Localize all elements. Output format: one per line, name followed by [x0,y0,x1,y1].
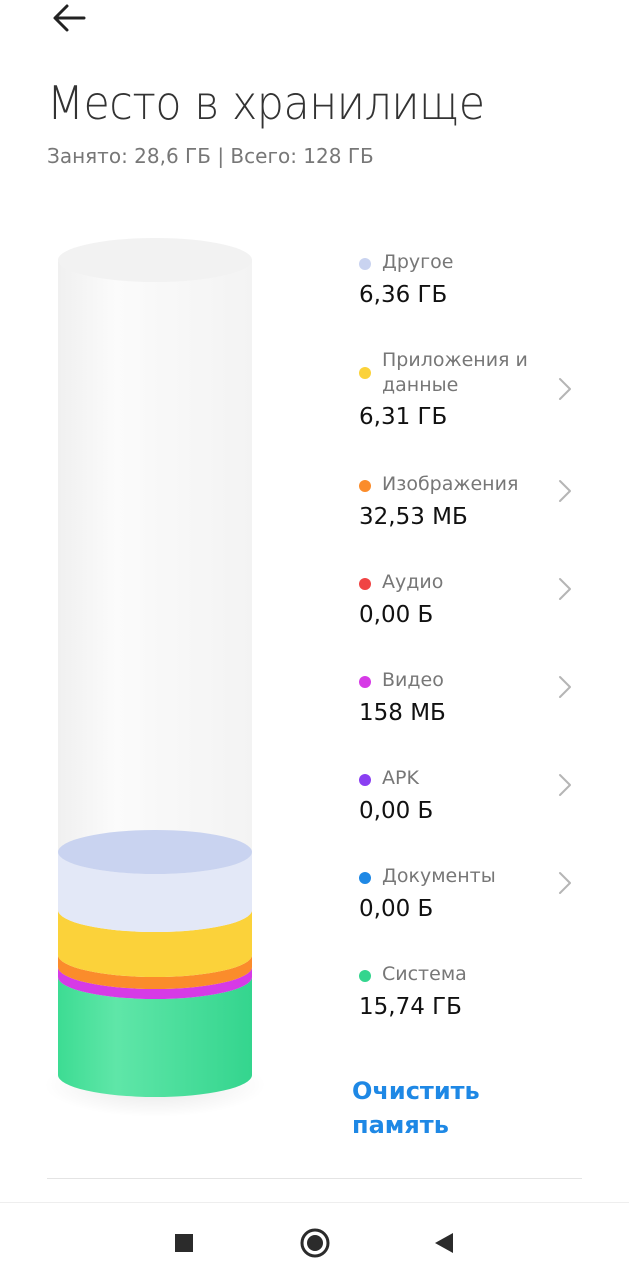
category-size-value: 6,36 ГБ [359,282,448,308]
fill-level-top [58,830,252,874]
triangle-back-icon [435,1233,453,1253]
category-color-dot [359,774,371,786]
category-label: Система [382,963,467,985]
storage-cylinder-chart [44,238,266,1117]
home-button[interactable] [295,1223,335,1263]
category-size-value: 158 МБ [359,700,446,726]
chevron-right-icon [559,774,571,796]
chevron-right-icon [559,480,571,502]
category-color-dot [359,480,371,492]
category-size-value: 15,74 ГБ [359,994,462,1020]
system-navigation-bar [0,1202,629,1281]
back-button[interactable] [44,0,92,40]
category-label: Видео [382,669,444,691]
recent-apps-button[interactable] [164,1223,204,1263]
category-label: Изображения [382,473,519,495]
category-size-value: 6,31 ГБ [359,404,448,430]
circle-home-icon [300,1228,330,1258]
square-icon [175,1234,193,1252]
category-size-value: 32,53 МБ [359,504,468,530]
storage-usage-text: Занято: 28,6 ГБ | Всего: 128 ГБ [47,144,374,168]
nav-back-button[interactable] [424,1223,464,1263]
category-color-dot [359,258,371,270]
category-label: Приложения и данные [382,349,528,396]
category-size-value: 0,00 Б [359,896,434,922]
category-label: APK [382,767,419,789]
category-color-dot [359,367,371,379]
category-size-value: 0,00 Б [359,602,434,628]
chevron-right-icon [559,676,571,698]
clean-memory-button[interactable]: Очистить память [352,1074,552,1142]
category-label: Аудио [382,571,444,593]
category-size-value: 0,00 Б [359,798,434,824]
category-color-dot [359,578,371,590]
chevron-right-icon [559,378,571,400]
page-title: Место в хранилище [47,76,485,130]
arrow-left-icon [53,4,86,32]
category-label: Другое [382,251,454,273]
category-color-dot [359,676,371,688]
divider [47,1178,582,1179]
category-color-dot [359,872,371,884]
chevron-right-icon [559,872,571,894]
cylinder-top [58,238,252,282]
chevron-right-icon [559,578,571,600]
category-label: Документы [382,865,496,887]
category-color-dot [359,970,371,982]
